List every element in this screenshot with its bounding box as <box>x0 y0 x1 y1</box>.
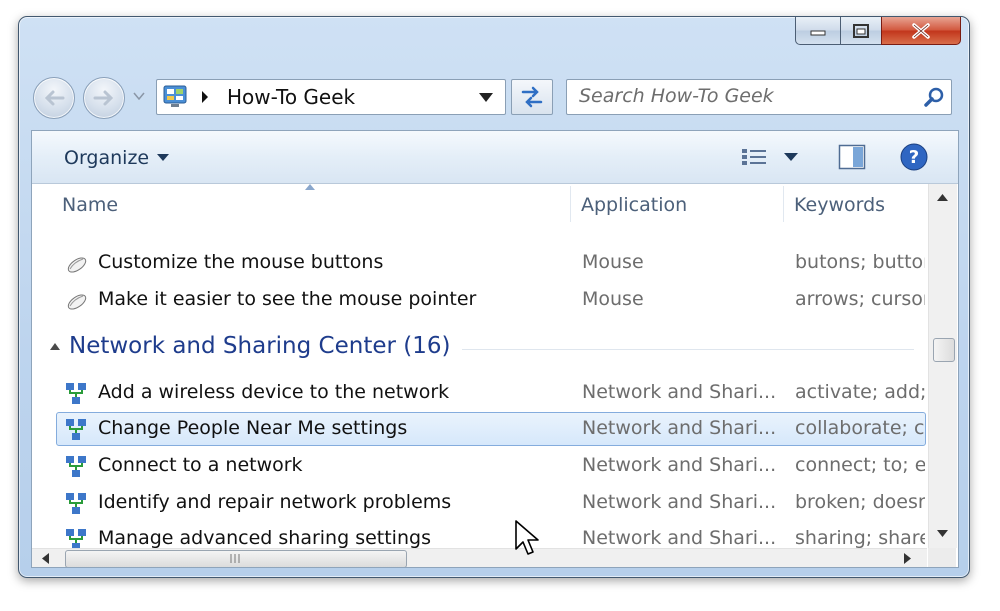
refresh-button[interactable] <box>511 79 553 115</box>
help-icon: ? <box>900 143 928 171</box>
column-divider[interactable] <box>783 186 784 222</box>
item-name: Add a wireless device to the network <box>98 381 450 403</box>
column-application[interactable]: Application <box>581 194 687 216</box>
horizontal-scroll-thumb[interactable] <box>65 550 407 567</box>
item-name: Connect to a network <box>98 454 303 476</box>
content-pane: Organize ? Name Application Keywords Cus… <box>31 130 959 568</box>
organize-button[interactable]: Organize <box>64 147 170 169</box>
recent-pages-dropdown[interactable] <box>133 89 145 103</box>
refresh-icon <box>521 86 543 108</box>
list-item[interactable]: Make it easier to see the mouse pointer … <box>56 283 926 317</box>
mouse-icon <box>67 257 87 273</box>
mouse-cursor-icon <box>515 520 539 555</box>
address-bar[interactable]: How-To Geek <box>156 79 506 115</box>
item-keywords: collaborate; co <box>795 417 925 439</box>
minimize-button[interactable] <box>795 17 840 45</box>
maximize-icon <box>853 23 869 38</box>
column-keywords[interactable]: Keywords <box>794 194 885 216</box>
item-keywords: broken; doesn <box>795 491 925 513</box>
column-name[interactable]: Name <box>62 194 118 216</box>
navigation-buttons <box>33 75 145 119</box>
item-name: Change People Near Me settings <box>98 417 408 439</box>
scroll-up-icon[interactable] <box>937 194 948 201</box>
search-icon[interactable] <box>923 86 945 108</box>
minimize-icon <box>810 30 826 35</box>
scroll-right-icon[interactable] <box>904 553 911 564</box>
item-application: Network and Shari... <box>582 491 777 513</box>
view-dropdown-button[interactable] <box>784 143 798 171</box>
column-header: Name Application Keywords <box>32 184 927 222</box>
address-location[interactable]: How-To Geek <box>227 85 355 109</box>
scroll-down-icon[interactable] <box>937 530 948 537</box>
item-application: Network and Shari... <box>582 527 777 549</box>
maximize-button[interactable] <box>840 17 881 45</box>
network-icon <box>66 383 86 404</box>
item-application: Network and Shari... <box>582 381 777 403</box>
collapse-triangle-icon[interactable] <box>50 343 60 350</box>
chevron-down-icon <box>784 152 798 161</box>
chevron-down-icon <box>157 154 170 161</box>
item-application: Network and Shari... <box>582 454 777 476</box>
item-keywords: butons; buttons <box>795 251 925 273</box>
item-application: Network and Shari... <box>582 417 777 439</box>
list-item[interactable]: Add a wireless device to the network Net… <box>56 376 926 410</box>
item-name: Manage advanced sharing settings <box>98 527 431 549</box>
group-header[interactable]: Network and Sharing Center (16) <box>32 329 927 369</box>
list-item-selected[interactable]: Change People Near Me settings Network a… <box>56 412 926 446</box>
view-list-icon <box>742 149 766 165</box>
svg-text:?: ? <box>909 147 919 168</box>
item-name: Make it easier to see the mouse pointer <box>98 288 477 310</box>
list-item[interactable]: Customize the mouse buttons Mouse butons… <box>56 246 926 280</box>
item-keywords: connect; to; en <box>795 454 925 476</box>
sort-ascending-icon <box>305 184 315 190</box>
search-box[interactable] <box>566 79 952 115</box>
explorer-window: How-To Geek Organize <box>18 16 970 578</box>
item-application: Mouse <box>582 288 644 310</box>
item-application: Mouse <box>582 251 644 273</box>
item-name: Customize the mouse buttons <box>98 251 384 273</box>
forward-button[interactable] <box>83 77 125 119</box>
list-item[interactable]: Identify and repair network problems Net… <box>56 486 926 520</box>
list-item[interactable]: Connect to a network Network and Shari..… <box>56 449 926 483</box>
item-keywords: arrows; cursor <box>795 288 925 310</box>
back-button[interactable] <box>33 77 75 119</box>
back-arrow-icon <box>44 90 65 106</box>
breadcrumb-chevron-icon[interactable] <box>201 91 209 103</box>
item-keywords: sharing; shared <box>795 527 925 549</box>
item-keywords: activate; add; b <box>795 381 925 403</box>
forward-arrow-icon <box>93 90 114 106</box>
caption-buttons <box>795 17 961 45</box>
scroll-left-icon[interactable] <box>42 553 49 564</box>
search-input[interactable] <box>567 80 919 112</box>
grip-icon <box>230 554 240 563</box>
horizontal-scrollbar[interactable] <box>32 548 927 567</box>
item-name: Identify and repair network problems <box>98 491 452 513</box>
preview-pane-icon <box>838 144 866 170</box>
close-button[interactable] <box>881 17 961 45</box>
network-icon <box>66 493 86 514</box>
view-options-button[interactable] <box>740 143 770 171</box>
vertical-scrollbar[interactable] <box>928 184 957 548</box>
column-divider[interactable] <box>570 186 571 222</box>
group-divider <box>462 349 914 350</box>
mouse-icon <box>67 294 87 310</box>
preview-pane-button[interactable] <box>838 143 866 171</box>
vertical-scroll-thumb[interactable] <box>933 338 955 362</box>
command-bar: Organize ? <box>32 131 958 184</box>
help-button[interactable]: ? <box>900 143 928 171</box>
organize-label: Organize <box>64 147 150 169</box>
group-title: Network and Sharing Center (16) <box>69 333 451 359</box>
network-icon <box>66 419 86 440</box>
address-dropdown-icon[interactable] <box>479 93 493 102</box>
chevron-down-icon <box>133 92 145 100</box>
control-panel-icon <box>163 85 187 107</box>
scrollbar-corner <box>928 548 956 567</box>
close-icon <box>912 22 930 39</box>
network-icon <box>66 456 86 477</box>
